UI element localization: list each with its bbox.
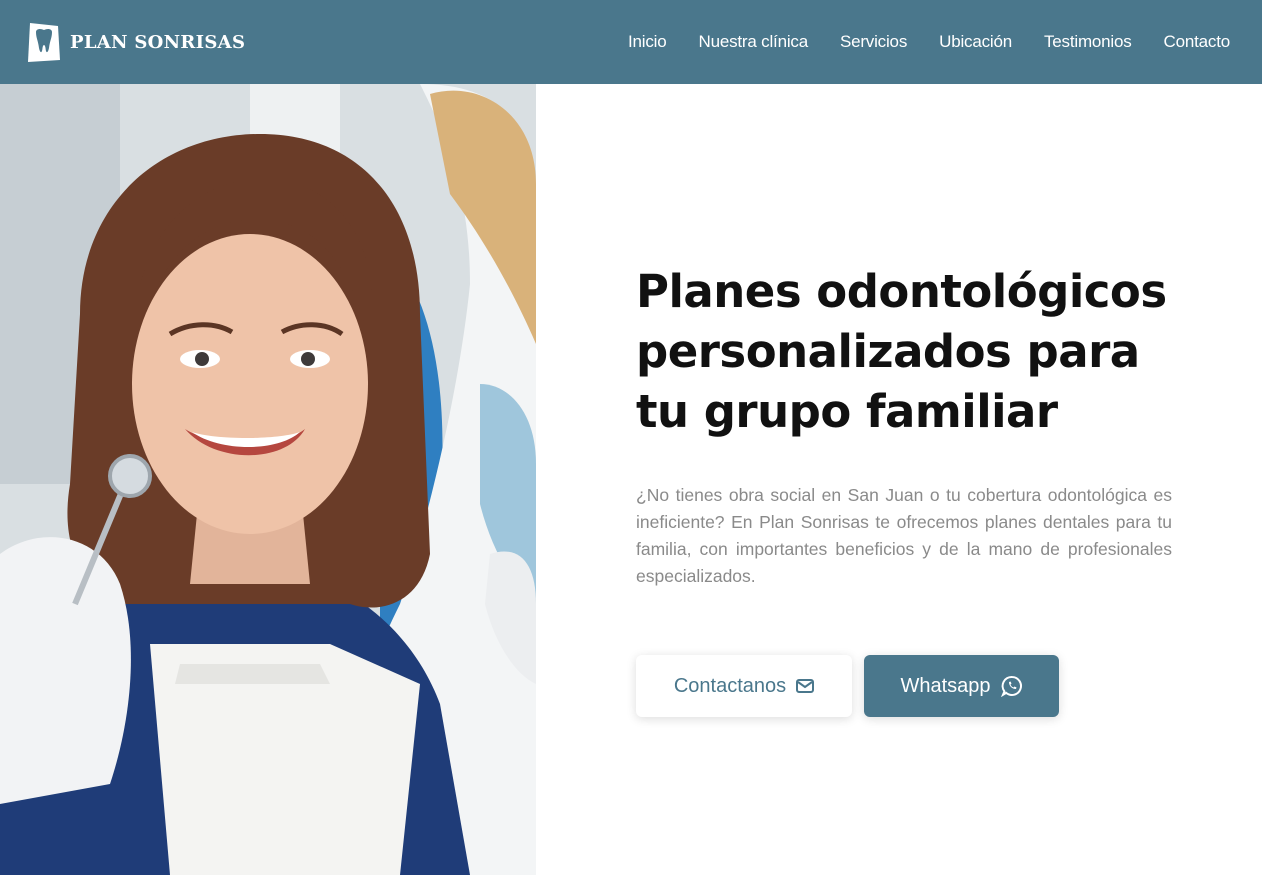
nav-item-ubicacion[interactable]: Ubicación [939, 32, 1012, 51]
contact-button[interactable]: Contactanos [636, 655, 852, 717]
nav-item-testimonios[interactable]: Testimonios [1044, 32, 1132, 51]
brand-name: PLAN SONRISAS [70, 31, 246, 53]
hero-description: ¿No tienes obra social en San Juan o tu … [636, 485, 1172, 586]
hero-title: Planes odontológicos personalizados para… [636, 265, 1167, 438]
whatsapp-button-label: Whatsapp [900, 674, 991, 697]
contact-button-label: Contactanos [673, 674, 787, 697]
main-nav: Inicio Nuestra clínica Servicios Ubicaci… [628, 32, 1230, 52]
whatsapp-button[interactable]: Whatsapp [864, 655, 1059, 717]
nav-item-servicios[interactable]: Servicios [840, 32, 907, 51]
tooth-icon [24, 20, 64, 64]
brand-logo-link[interactable]: PLAN SONRISAS [24, 20, 245, 64]
nav-item-contacto[interactable]: Contacto [1164, 32, 1231, 51]
whatsapp-icon [1000, 675, 1023, 697]
top-navbar: PLAN SONRISAS Inicio Nuestra clínica Ser… [0, 0, 1262, 84]
nav-item-inicio[interactable]: Inicio [628, 32, 667, 51]
nav-item-nuestra-clinica[interactable]: Nuestra clínica [699, 32, 809, 51]
envelope-icon [796, 679, 815, 693]
hero-photo [0, 84, 536, 875]
hero-cta-row: Contactanos Whatsapp [636, 655, 1059, 717]
